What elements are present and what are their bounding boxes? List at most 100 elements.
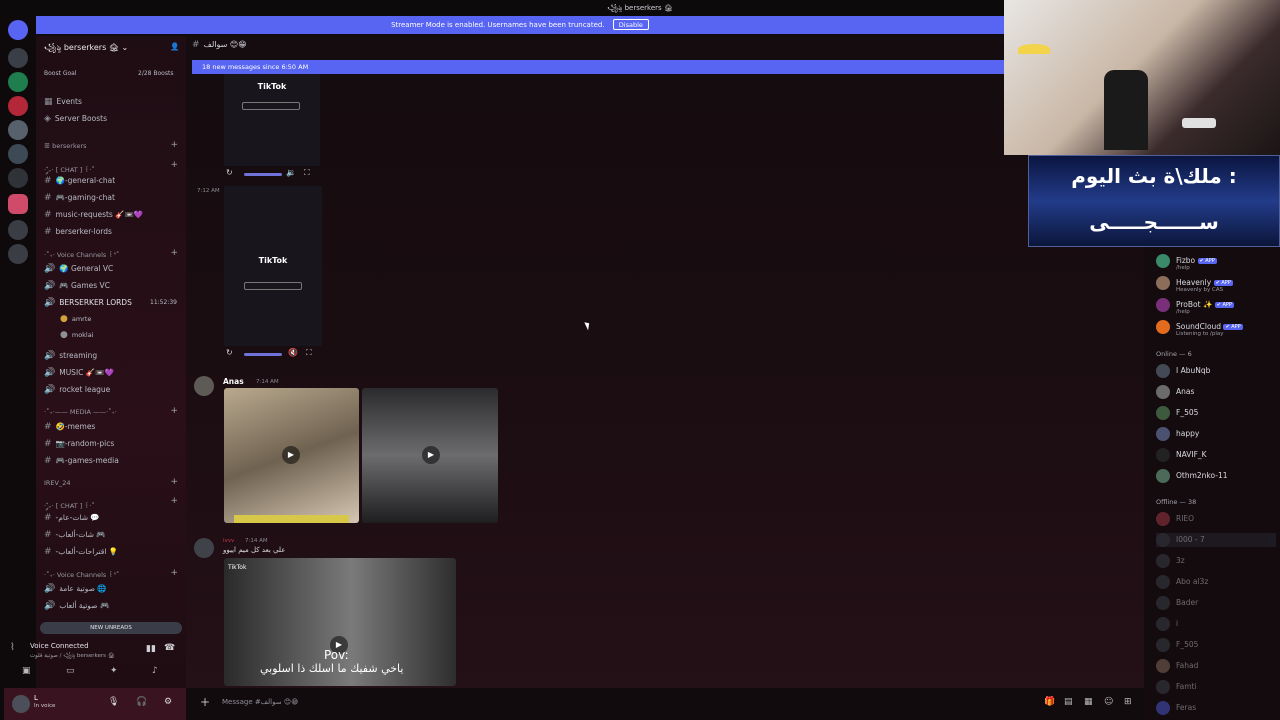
tiktok-embed[interactable]: TikTok xyxy=(224,74,320,166)
discord-home-icon[interactable] xyxy=(8,20,28,40)
member-online[interactable]: Othm2nko-11 xyxy=(1156,469,1227,483)
member-offline[interactable]: i xyxy=(1156,617,1178,631)
voice-arabic-games[interactable]: 🔊 صوتية ألعاب 🎮 xyxy=(44,601,109,611)
gif-icon[interactable]: ▤ xyxy=(1064,692,1073,712)
member-online[interactable]: Anas xyxy=(1156,385,1194,399)
play-icon[interactable]: ▶ xyxy=(422,446,440,464)
member-offline[interactable]: F_505 xyxy=(1156,638,1198,652)
add-channel-icon[interactable]: + xyxy=(170,248,178,258)
mute-icon[interactable]: 🔇 xyxy=(288,348,298,357)
voice-status[interactable]: Voice Connected xyxy=(30,642,89,650)
avatar[interactable] xyxy=(194,538,214,558)
replay-icon[interactable]: ↻ xyxy=(226,348,233,357)
channel-random-pics[interactable]: # 📷-random-pics xyxy=(44,439,114,449)
discover-icon[interactable] xyxy=(8,244,28,264)
add-channel-icon[interactable]: + xyxy=(170,496,178,506)
sticker-icon[interactable]: ▦ xyxy=(1084,692,1093,712)
voice-user[interactable]: ● amrte xyxy=(60,314,91,324)
channel-arabic-general[interactable]: # -شات-عام 💬 xyxy=(44,513,100,523)
voice-general-vc[interactable]: 🔊 🌍 General VC xyxy=(44,264,113,274)
add-channel-icon[interactable]: + xyxy=(170,140,178,150)
voice-rocket-league[interactable]: 🔊 rocket league xyxy=(44,385,110,395)
play-icon[interactable]: ▶ xyxy=(282,446,300,464)
server-icon[interactable] xyxy=(8,168,28,188)
new-unreads-pill[interactable]: NEW UNREADS xyxy=(40,622,182,634)
server-icon[interactable] xyxy=(8,48,28,68)
activities-icon[interactable]: ✦ xyxy=(110,666,118,676)
member-offline[interactable]: Feras xyxy=(1156,701,1196,715)
channel-games-media[interactable]: # 🎮-games-media xyxy=(44,456,119,466)
add-attachment-icon[interactable]: + xyxy=(200,692,210,712)
member-offline[interactable]: 3z xyxy=(1156,554,1185,568)
volume-slider[interactable] xyxy=(244,173,282,176)
video-thumbnail[interactable]: ▶ xyxy=(362,388,498,523)
member-offline[interactable]: I000 - 7 xyxy=(1156,533,1276,547)
message-author[interactable]: ivvv xyxy=(223,538,234,544)
camera-icon[interactable]: ▣ xyxy=(22,666,31,676)
fullscreen-icon[interactable]: ⛶ xyxy=(306,348,312,358)
message-author[interactable]: Anas xyxy=(223,377,244,386)
disable-streamer-button[interactable]: Disable xyxy=(612,19,649,30)
server-boosts-item[interactable]: ◈ Server Boosts xyxy=(44,114,107,124)
invite-icon[interactable]: 👤 xyxy=(170,42,179,51)
member-online[interactable]: NAVIF_K xyxy=(1156,448,1207,462)
add-channel-icon[interactable]: + xyxy=(170,568,178,578)
member-offline[interactable]: Abo al3z xyxy=(1156,575,1208,589)
category-voice-channels[interactable]: ·˚₊‧ Voice Channels ꒰ᐢ˚ xyxy=(44,250,119,259)
category-irev[interactable]: IREV_24 xyxy=(44,479,71,487)
apps-icon[interactable]: ⊞ xyxy=(1124,692,1132,712)
noise-suppression-icon[interactable]: ▮▮ xyxy=(146,644,156,654)
server-icon[interactable] xyxy=(8,144,28,164)
tiktok-embed[interactable]: TikTok xyxy=(224,186,322,346)
channel-gaming-chat[interactable]: # 🎮-gaming-chat xyxy=(44,193,115,203)
member-online[interactable]: I AbuNqb xyxy=(1156,364,1210,378)
emoji-icon[interactable]: ☺ xyxy=(1104,692,1113,712)
voice-location[interactable]: صوتية قلوت / ꧁ৡ berserkers 🏚 xyxy=(30,652,115,663)
channel-berserker-lords[interactable]: # berserker-lords xyxy=(44,227,112,237)
message-composer[interactable]: + Message #سوالف 😊😁 🎁 ▤ ▦ ☺ ⊞ xyxy=(192,692,1138,712)
category-media[interactable]: ·˚₊·—— MEDIA ——·˚₊· xyxy=(44,408,117,416)
message-input[interactable]: Message #سوالف 😊😁 xyxy=(222,692,298,712)
voice-user[interactable]: ● moklai xyxy=(60,330,94,340)
category-voice-channels-2[interactable]: ·˚₊‧ Voice Channels ꒰ᐢ˚ xyxy=(44,570,119,579)
voice-berserker-lords[interactable]: 🔊 BERSERKER LORDS xyxy=(44,298,132,308)
add-channel-icon[interactable]: + xyxy=(170,477,178,487)
member-bot[interactable]: Heavenly ✔ APP Heavenly by CAS xyxy=(1156,276,1233,293)
member-online[interactable]: F_505 xyxy=(1156,406,1198,420)
add-server-icon[interactable] xyxy=(8,220,28,240)
category-berserkers[interactable]: ꕥ berserkers xyxy=(44,142,87,151)
settings-gear-icon[interactable]: ⚙ xyxy=(164,697,172,707)
avatar[interactable] xyxy=(194,376,214,396)
member-bot[interactable]: Fizbo ✔ APP/help xyxy=(1156,254,1217,271)
events-item[interactable]: ▦ Events xyxy=(44,97,82,107)
add-channel-icon[interactable]: + xyxy=(170,160,178,170)
fullscreen-icon[interactable]: ⛶ xyxy=(304,168,310,178)
member-bot[interactable]: ProBot ✨ ✔ APP/help xyxy=(1156,298,1234,315)
server-icon[interactable] xyxy=(8,120,28,140)
disconnect-icon[interactable]: ☎ xyxy=(164,643,175,653)
avatar[interactable] xyxy=(12,695,30,713)
soundboard-icon[interactable]: ♪ xyxy=(152,666,158,676)
username[interactable]: L xyxy=(34,694,38,702)
volume-slider[interactable] xyxy=(244,353,282,356)
channel-music-requests[interactable]: # music-requests 🎸📼💜 xyxy=(44,210,143,220)
channel-general-chat[interactable]: # 🌍-general-chat xyxy=(44,176,115,186)
server-icon[interactable] xyxy=(8,96,28,116)
member-online[interactable]: happy xyxy=(1156,427,1199,441)
add-channel-icon[interactable]: + xyxy=(170,406,178,416)
video-thumbnail[interactable]: TikTok ▶ Pov: ياخي شفيك ما اسلك ذا اسلوب… xyxy=(224,558,456,686)
server-icon[interactable] xyxy=(8,72,28,92)
channel-arabic-suggestions[interactable]: # -اقتراحات-ألعاب 💡 xyxy=(44,547,118,557)
channel-arabic-games[interactable]: # -شات-ألعاب 🎮 xyxy=(44,530,106,540)
member-offline[interactable]: Fahad xyxy=(1156,659,1198,673)
member-offline[interactable]: Bader xyxy=(1156,596,1198,610)
new-messages-bar[interactable]: 18 new messages since 6:50 AM xyxy=(192,60,1004,74)
video-thumbnail[interactable]: ▶ xyxy=(224,388,359,523)
screen-share-icon[interactable]: ▭ xyxy=(66,666,75,676)
member-bot[interactable]: SoundCloud ✔ APP Listening to /play xyxy=(1156,320,1243,337)
member-offline[interactable]: Famti xyxy=(1156,680,1197,694)
channel-memes[interactable]: # 🤣-memes xyxy=(44,422,95,432)
headphones-icon[interactable]: 🎧 xyxy=(136,697,147,707)
boost-goal[interactable]: Boost Goal xyxy=(44,70,77,77)
replay-icon[interactable]: ↻ xyxy=(226,168,233,177)
